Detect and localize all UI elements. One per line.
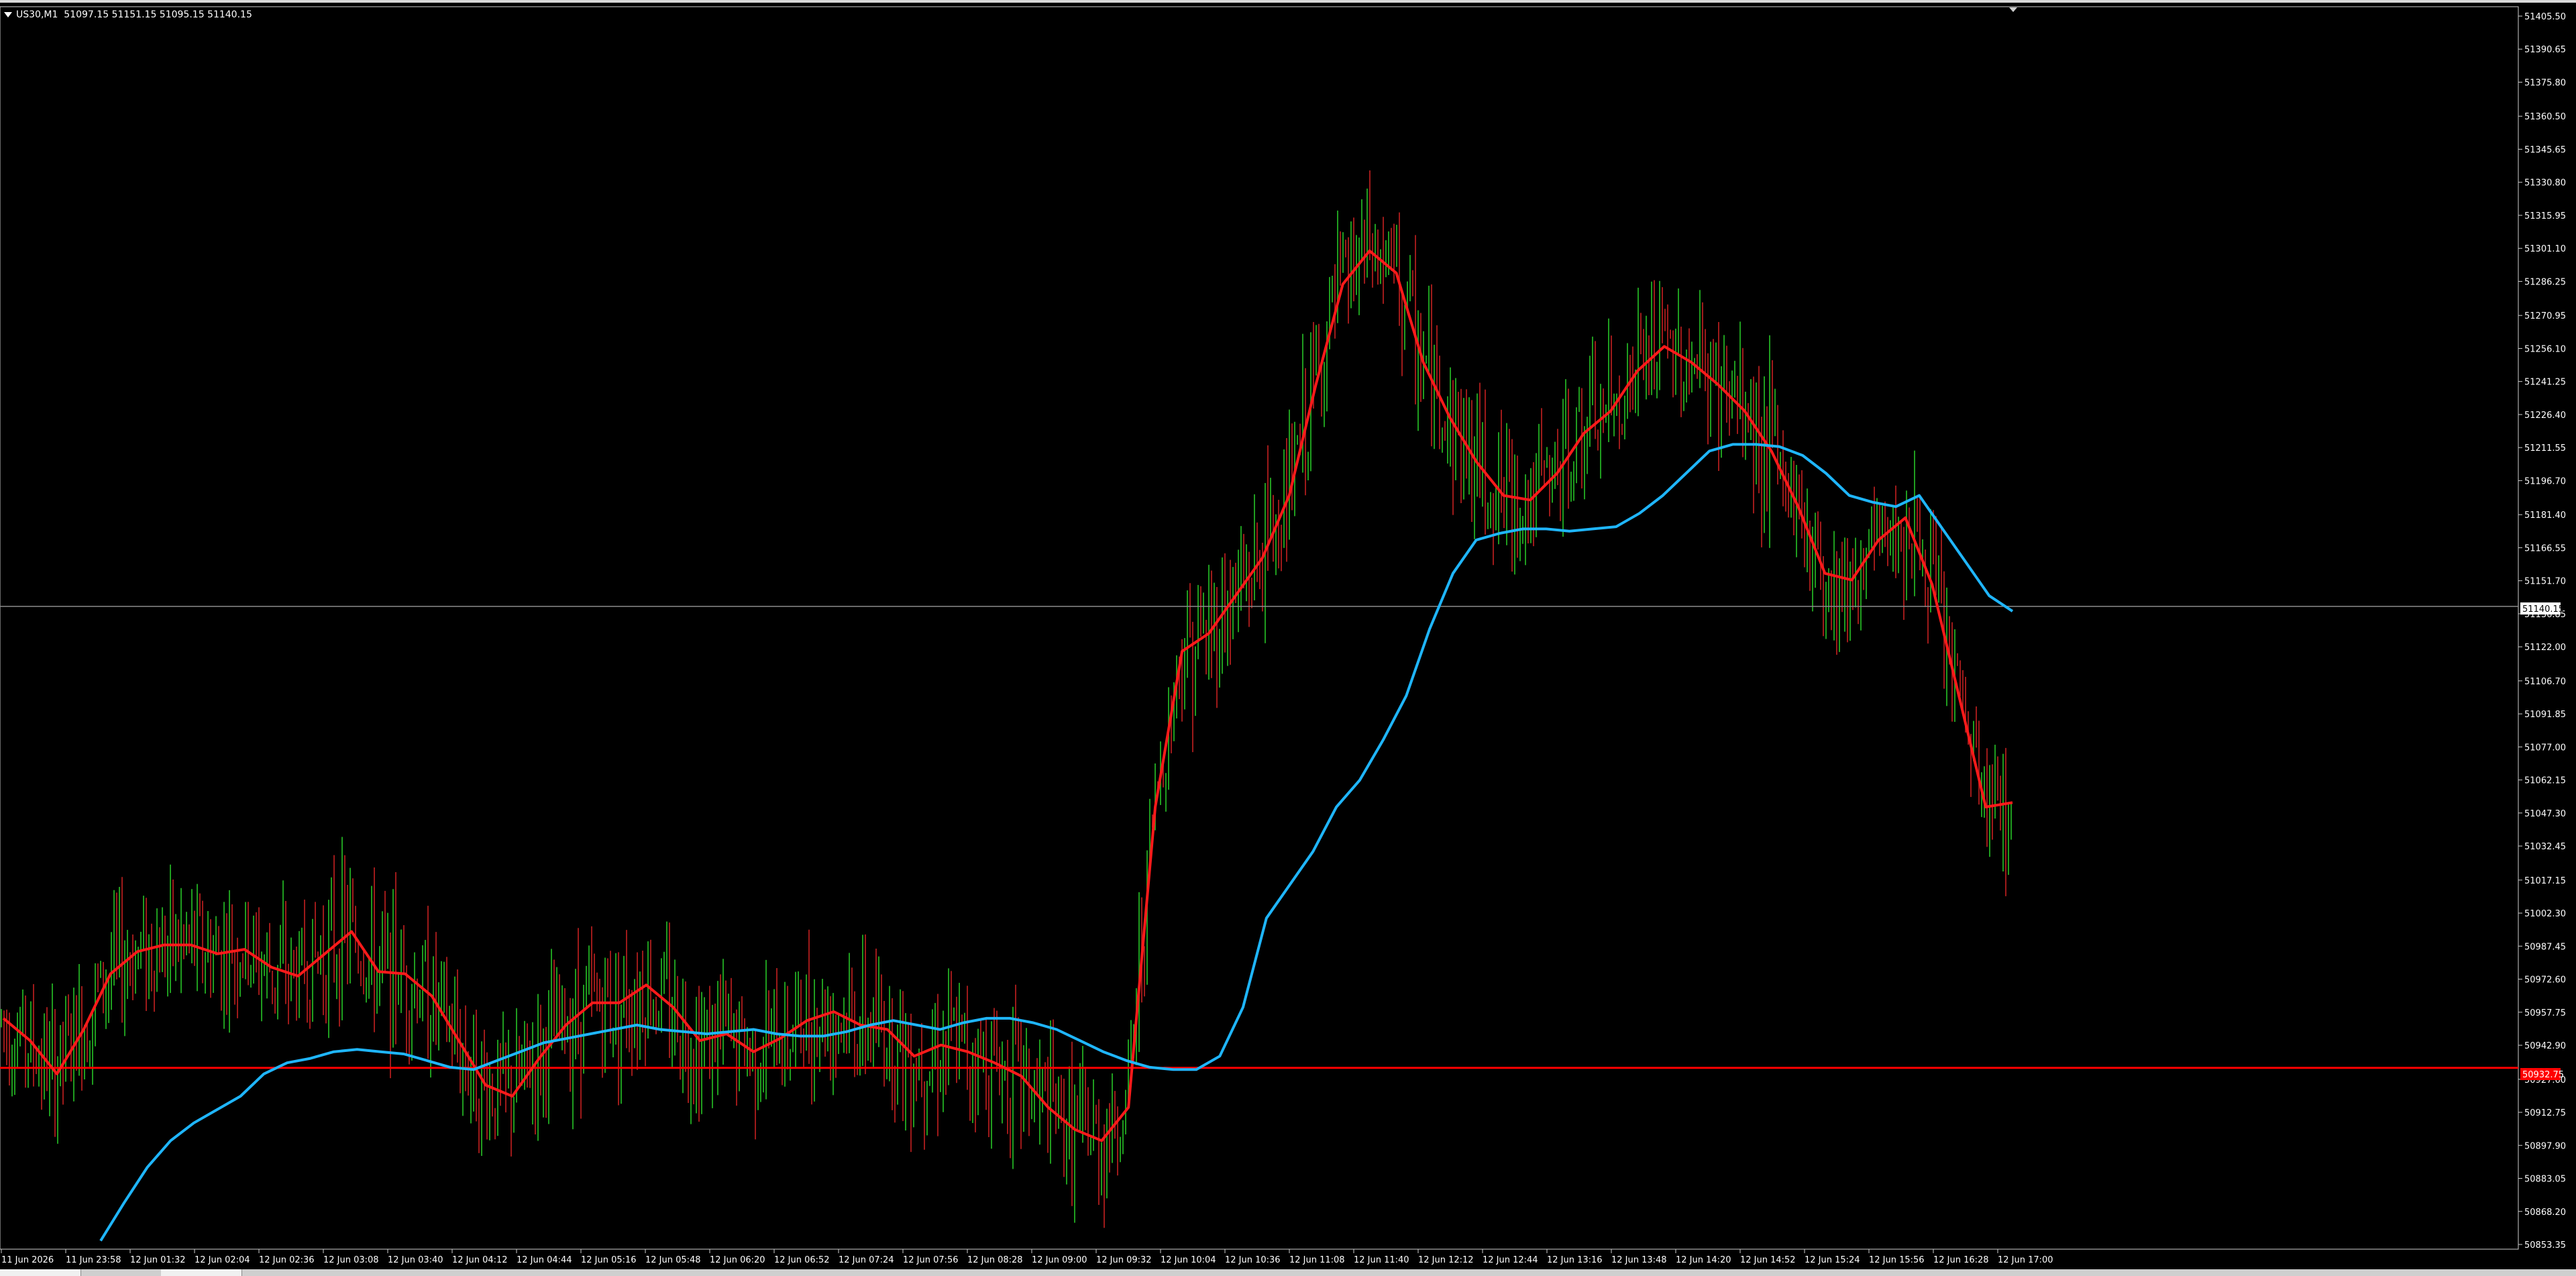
x-tick-label: 12 Jun 09:00 (1032, 1255, 1087, 1265)
y-tick-label: 50987.45 (2524, 942, 2566, 952)
y-tick-label: 51375.80 (2524, 78, 2566, 88)
x-tick-label: 12 Jun 12:12 (1418, 1255, 1474, 1265)
y-tick-label: 51256.10 (2524, 344, 2566, 354)
y-tick-label: 50897.90 (2524, 1141, 2566, 1151)
y-tick-label: 50883.05 (2524, 1175, 2566, 1185)
y-tick-label: 51122.00 (2524, 643, 2566, 653)
y-tick-label: 51345.65 (2524, 145, 2566, 155)
y-tick-label: 51062.15 (2524, 776, 2566, 786)
red-line-price-tag: 50932.75 (2522, 1070, 2564, 1080)
x-tick-label: 12 Jun 06:20 (710, 1255, 765, 1265)
x-tick-label: 12 Jun 05:48 (645, 1255, 701, 1265)
y-tick-label: 51330.80 (2524, 178, 2566, 189)
x-tick-label: 12 Jun 13:16 (1547, 1255, 1603, 1265)
y-tick-label: 51106.70 (2524, 677, 2566, 687)
y-tick-label: 50912.75 (2524, 1108, 2566, 1118)
x-tick-label: 12 Jun 10:36 (1225, 1255, 1281, 1265)
y-tick-label: 51091.85 (2524, 710, 2566, 720)
x-tick-label: 12 Jun 10:04 (1161, 1255, 1216, 1265)
y-tick-label: 51405.50 (2524, 12, 2566, 22)
x-tick-label: 12 Jun 04:44 (517, 1255, 572, 1265)
y-tick-label: 50942.90 (2524, 1041, 2566, 1051)
x-tick-label: 12 Jun 16:28 (1933, 1255, 1989, 1265)
y-tick-label: 51226.40 (2524, 411, 2566, 421)
x-tick-label: 12 Jun 03:08 (323, 1255, 379, 1265)
x-tick-label: 12 Jun 11:08 (1289, 1255, 1345, 1265)
chart-tab[interactable] (0, 1269, 81, 1276)
y-tick-label: 51241.25 (2524, 378, 2566, 388)
x-tick-label: 12 Jun 11:40 (1354, 1255, 1409, 1265)
y-tick-label: 51166.55 (2524, 543, 2566, 553)
y-tick-label: 51390.65 (2524, 45, 2566, 55)
x-tick-label: 11 Jun 2026 (1, 1255, 54, 1265)
y-tick-label: 51002.30 (2524, 909, 2566, 919)
chart-tab[interactable] (161, 1269, 242, 1276)
y-tick-label: 51181.40 (2524, 511, 2566, 521)
ohlc-values: 51097.15 51151.15 51095.15 51140.15 (64, 9, 252, 20)
x-tick-label: 12 Jun 06:52 (774, 1255, 830, 1265)
x-tick-label: 12 Jun 14:20 (1676, 1255, 1731, 1265)
x-tick-label: 12 Jun 09:32 (1096, 1255, 1152, 1265)
y-tick-label: 51286.25 (2524, 277, 2566, 287)
y-tick-label: 51196.70 (2524, 476, 2566, 486)
y-tick-label: 51270.95 (2524, 311, 2566, 321)
chart-header: US30,M1 51097.15 51151.15 51095.15 51140… (4, 9, 252, 20)
symbol-label: US30,M1 (16, 9, 58, 20)
x-tick-label: 12 Jun 04:12 (452, 1255, 508, 1265)
x-tick-label: 12 Jun 12:44 (1483, 1255, 1538, 1265)
price-axis: 51405.50 51390.65 51375.80 51360.50 51345.65… (2518, 12, 2566, 1251)
x-tick-label: 12 Jun 02:36 (259, 1255, 315, 1265)
x-tick-label: 12 Jun 01:32 (130, 1255, 186, 1265)
y-tick-label: 50972.60 (2524, 975, 2566, 986)
y-tick-label: 50957.75 (2524, 1008, 2566, 1018)
x-tick-label: 12 Jun 13:48 (1611, 1255, 1667, 1265)
chevron-down-icon[interactable] (4, 12, 12, 17)
current-price-tag: 51140.15 (2522, 604, 2564, 615)
price-chart[interactable]: 51405.50 51390.65 51375.80 51360.50 51345.65… (0, 0, 2576, 1269)
x-tick-label: 12 Jun 15:56 (1869, 1255, 1925, 1265)
x-tick-label: 11 Jun 23:58 (66, 1255, 121, 1265)
x-tick-label: 12 Jun 14:52 (1740, 1255, 1796, 1265)
chart-tab-bar (0, 1269, 2576, 1276)
y-tick-label: 51151.70 (2524, 577, 2566, 587)
y-tick-label: 51315.95 (2524, 211, 2566, 221)
y-tick-label: 51032.45 (2524, 842, 2566, 852)
plot-frame (0, 6, 2519, 1250)
x-tick-label: 12 Jun 07:24 (839, 1255, 894, 1265)
x-tick-label: 12 Jun 07:56 (903, 1255, 959, 1265)
x-tick-label: 12 Jun 02:04 (195, 1255, 250, 1265)
x-tick-label: 12 Jun 03:40 (388, 1255, 443, 1265)
time-axis: 11 Jun 2026 11 Jun 23:58 12 Jun 01:32 12 Ju… (1, 1249, 2053, 1265)
y-tick-label: 51301.10 (2524, 244, 2566, 254)
x-tick-label: 12 Jun 15:24 (1805, 1255, 1860, 1265)
y-tick-label: 51017.15 (2524, 876, 2566, 886)
x-tick-label: 12 Jun 08:28 (967, 1255, 1023, 1265)
x-tick-label: 12 Jun 17:00 (1998, 1255, 2053, 1265)
y-tick-label: 51211.55 (2524, 443, 2566, 454)
y-tick-label: 50853.35 (2524, 1240, 2566, 1251)
y-tick-label: 50868.20 (2524, 1208, 2566, 1218)
x-tick-label: 12 Jun 05:16 (581, 1255, 637, 1265)
y-tick-label: 51077.00 (2524, 743, 2566, 753)
y-tick-label: 51360.50 (2524, 112, 2566, 122)
y-tick-label: 51047.30 (2524, 809, 2566, 819)
